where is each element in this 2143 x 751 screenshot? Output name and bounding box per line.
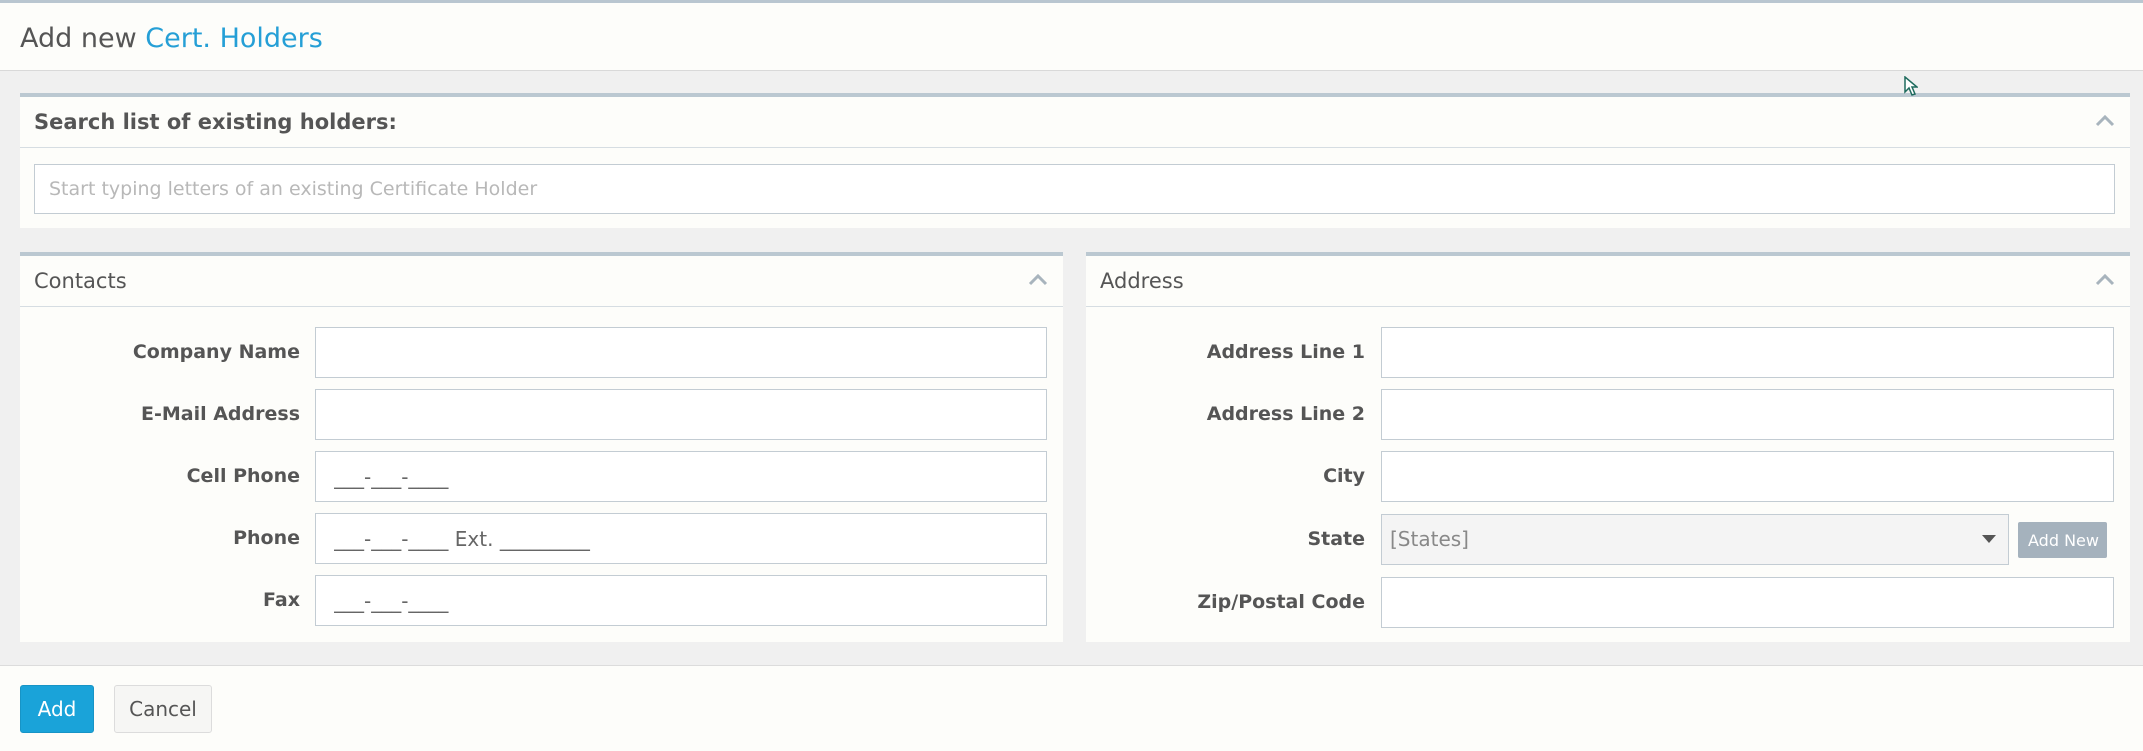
add-button[interactable]: Add [20, 685, 94, 733]
page-title-prefix: Add new [20, 23, 137, 54]
zip-label: Zip/Postal Code [1197, 591, 1365, 613]
search-panel-title: Search list of existing holders: [34, 110, 397, 134]
contacts-panel-header[interactable]: Contacts [20, 256, 1063, 307]
page-title-entity: Cert. Holders [145, 23, 323, 54]
company-name-row: Company Name [20, 327, 1063, 378]
chevron-up-icon[interactable] [2094, 112, 2116, 130]
address-panel-title: Address [1100, 269, 1184, 293]
fax-input[interactable] [315, 575, 1047, 626]
zip-input[interactable] [1381, 577, 2114, 628]
fax-label: Fax [263, 589, 300, 611]
address-line-2-row: Address Line 2 [1086, 389, 2130, 440]
email-input[interactable] [315, 389, 1047, 440]
cell-phone-row: Cell Phone [20, 451, 1063, 502]
address-line-1-input[interactable] [1381, 327, 2114, 378]
phone-input[interactable] [315, 513, 1047, 564]
chevron-up-icon[interactable] [2094, 271, 2116, 289]
search-panel-header[interactable]: Search list of existing holders: [20, 97, 2130, 148]
state-select[interactable]: [States] [1381, 514, 2009, 565]
city-row: City [1086, 451, 2130, 502]
company-name-input[interactable] [315, 327, 1047, 378]
email-row: E-Mail Address [20, 389, 1063, 440]
state-label: State [1307, 528, 1365, 550]
caret-down-icon [1982, 535, 1996, 543]
address-line-2-label: Address Line 2 [1206, 403, 1365, 425]
city-label: City [1323, 465, 1365, 487]
contacts-panel: Contacts Company Name E-Mail Address Cel… [20, 252, 1063, 642]
address-panel-header[interactable]: Address [1086, 256, 2130, 307]
holder-search-input[interactable] [34, 164, 2115, 214]
search-panel: Search list of existing holders: [20, 93, 2130, 228]
address-line-1-label: Address Line 1 [1206, 341, 1365, 363]
address-line-1-row: Address Line 1 [1086, 327, 2130, 378]
form-body: Search list of existing holders: Contact… [0, 71, 2143, 665]
address-line-2-input[interactable] [1381, 389, 2114, 440]
email-label: E-Mail Address [140, 403, 300, 425]
phone-label: Phone [233, 527, 300, 549]
address-panel: Address Address Line 1 Address Line 2 Ci… [1086, 252, 2130, 642]
chevron-up-icon[interactable] [1027, 271, 1049, 289]
cancel-button[interactable]: Cancel [114, 685, 212, 733]
form-footer: Add Cancel [0, 665, 2143, 751]
add-new-state-button[interactable]: Add New [2018, 522, 2107, 558]
contacts-panel-title: Contacts [34, 269, 127, 293]
page-title: Add new Cert. Holders [20, 23, 323, 54]
zip-row: Zip/Postal Code [1086, 577, 2130, 628]
cell-phone-input[interactable] [315, 451, 1047, 502]
cell-phone-label: Cell Phone [186, 465, 300, 487]
city-input[interactable] [1381, 451, 2114, 502]
state-select-value: [States] [1390, 527, 1469, 551]
fax-row: Fax [20, 575, 1063, 626]
phone-row: Phone [20, 513, 1063, 564]
page-header: Add new Cert. Holders [0, 3, 2143, 71]
mouse-pointer-icon [1904, 76, 1918, 96]
state-row: State [States] Add New [1086, 514, 2130, 565]
company-name-label: Company Name [132, 341, 300, 363]
